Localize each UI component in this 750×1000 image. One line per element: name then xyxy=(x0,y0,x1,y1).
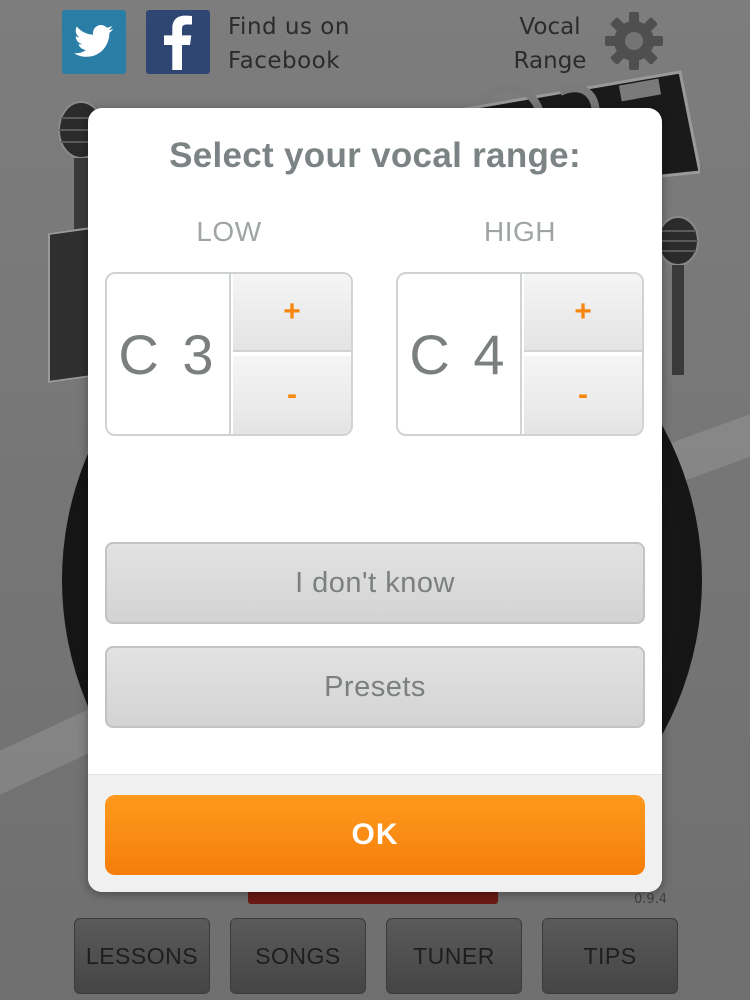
low-label: LOW xyxy=(196,216,262,247)
tab-songs[interactable]: SONGS xyxy=(230,918,366,994)
version-label: 0.9.4 xyxy=(634,892,668,907)
microphone-graphic xyxy=(657,216,699,375)
low-note-value: C 3 xyxy=(107,274,231,434)
high-decrease-button[interactable]: - xyxy=(524,356,642,434)
vocal-range-dialog: Select your vocal range: LOW HIGH C 3 + … xyxy=(88,108,662,892)
high-note-value: C 4 xyxy=(398,274,522,434)
low-note-picker: C 3 + - xyxy=(105,272,353,436)
dialog-footer: OK xyxy=(88,774,662,892)
twitter-bird-icon xyxy=(74,25,114,57)
tab-tips[interactable]: TIPS xyxy=(542,918,678,994)
ok-button[interactable]: OK xyxy=(105,795,645,875)
tab-tuner[interactable]: TUNER xyxy=(386,918,522,994)
high-label: HIGH xyxy=(484,216,556,247)
i-dont-know-button[interactable]: I don't know xyxy=(105,542,645,624)
low-increase-button[interactable]: + xyxy=(233,274,351,352)
find-us-line: Find us on xyxy=(228,14,350,40)
low-decrease-button[interactable]: - xyxy=(233,356,351,434)
high-increase-button[interactable]: + xyxy=(524,274,642,352)
logo-banner-graphic xyxy=(48,226,92,384)
presets-button[interactable]: Presets xyxy=(105,646,645,728)
dialog-title: Select your vocal range: xyxy=(169,136,581,175)
high-note-picker: C 4 + - xyxy=(396,272,644,436)
tab-lessons[interactable]: LESSONS xyxy=(74,918,210,994)
vocal-line: Vocal xyxy=(519,14,581,40)
